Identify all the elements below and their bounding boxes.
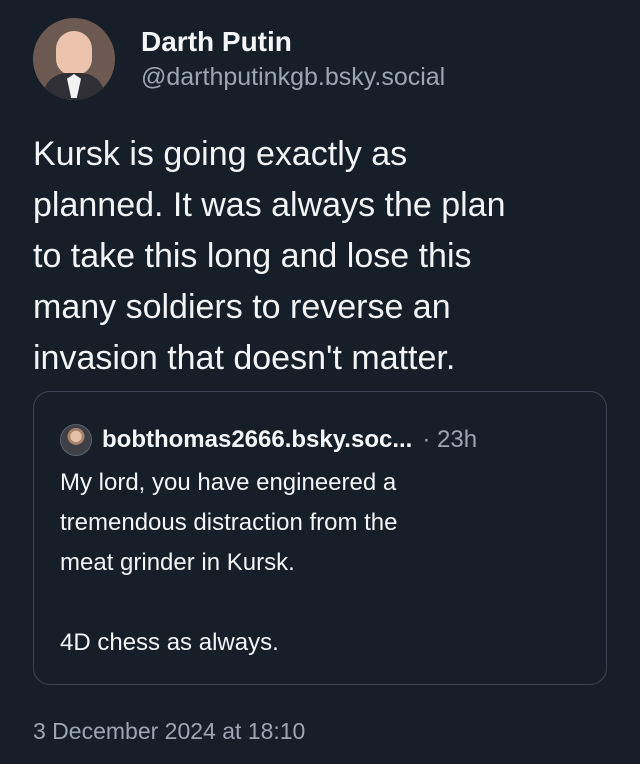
quoted-author-handle[interactable]: bobthomas2666.bsky.soc... [102,426,412,454]
author-names: Darth Putin @darthputinkgb.bsky.social [141,24,445,94]
quoted-post-header[interactable]: bobthomas2666.bsky.soc... · 23h [60,424,477,456]
author-display-name[interactable]: Darth Putin [141,24,445,60]
author-row[interactable]: Darth Putin @darthputinkgb.bsky.social [33,18,445,100]
avatar-face-icon [56,31,92,75]
quoted-post-text: My lord, you have engineered a tremendou… [60,469,398,656]
quoted-post-time: · 23h [422,426,478,453]
author-avatar[interactable] [33,18,115,100]
quoted-post-card[interactable]: bobthomas2666.bsky.soc... · 23h My lord,… [33,391,607,685]
quoted-author-avatar[interactable] [60,424,92,456]
post-text: Kursk is going exactly as planned. It wa… [33,135,506,377]
post-card: Darth Putin @darthputinkgb.bsky.social K… [0,0,640,764]
post-timestamp: 3 December 2024 at 18:10 [33,718,306,744]
author-handle[interactable]: @darthputinkgb.bsky.social [141,60,445,94]
